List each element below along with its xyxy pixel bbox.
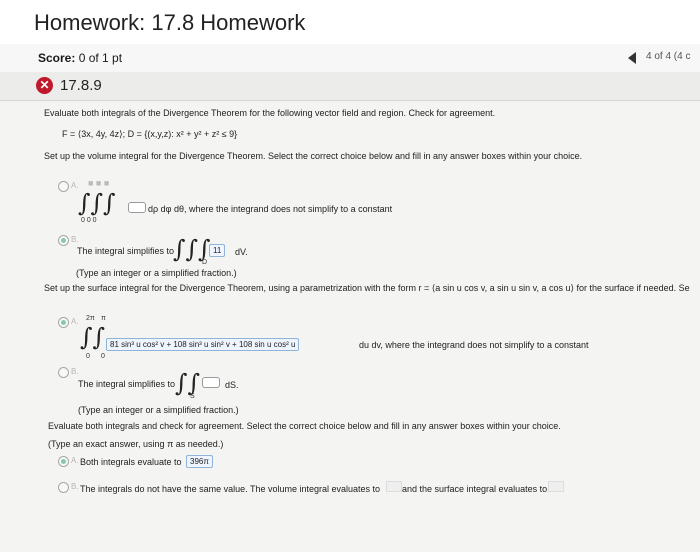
radio-vol-b[interactable] [58,235,69,246]
final-a-text: Both integrals evaluate to [80,457,182,467]
final-b-box-1[interactable] [386,481,402,493]
field-line: F = ⟨3x, 4y, 4z⟩; D = {(x,y,z): x² + y² … [62,129,238,139]
radio-final-b[interactable] [58,482,69,493]
evaluate-note: (Type an exact answer, using π as needed… [48,439,224,449]
final-a-answer[interactable]: 396π [186,455,213,468]
integral-sign: ∫∫ [80,323,106,351]
integral-sign: ∫∫ [175,369,201,397]
surf-a-text: du dv, where the integrand does not simp… [359,340,589,350]
surf-b-label: B. [71,367,79,376]
x-icon: ✕ [36,77,53,94]
score-bar: Score: 0 of 1 pt 4 of 4 (4 c [0,44,700,73]
vol-b-answer[interactable]: 11 [209,244,226,257]
setup-volume: Set up the volume integral for the Diver… [44,151,583,161]
setup-surface: Set up the surface integral for the Dive… [44,283,690,293]
lower-limits: 0 0 0 [81,217,97,224]
vol-a-text: dρ dφ dθ, where the integrand does not s… [148,204,393,214]
lower-limit-inner: 0 [101,353,105,360]
question-number: 17.8.9 [60,77,102,94]
surf-b-note: (Type an integer or a simplified fractio… [78,405,239,415]
prompt-line: Evaluate both integrals of the Divergenc… [44,108,496,118]
page-title: Homework: 17.8 Homework [34,10,306,35]
evaluate-line: Evaluate both integrals and check for ag… [48,421,561,431]
final-b-label: B. [71,482,79,491]
final-a-label: A. [71,456,79,465]
radio-surf-b[interactable] [58,367,69,378]
upper-limit-inner: π [101,315,106,322]
radio-surf-a[interactable] [58,317,69,328]
final-b-text2: and the surface integral evaluates to [402,484,548,494]
header: Homework: 17.8 Homework [0,0,700,45]
vol-a-box[interactable] [128,202,146,213]
chevron-left-icon[interactable] [628,52,636,64]
surf-a-integrand[interactable]: 81 sin³ u cos² v + 108 sin³ u sin² v + 1… [106,338,300,351]
question-count: 4 of 4 (4 c [646,51,691,62]
vol-b-label: B. [71,235,79,244]
upper-limit-outer: 2π [86,315,95,322]
question-header: ✕ 17.8.9 [0,72,700,101]
score: Score: 0 of 1 pt [38,51,123,65]
lower-limit-outer: 0 [86,353,90,360]
final-b-text: The integrals do not have the same value… [80,484,381,494]
surf-b-ds: dS. [225,380,239,390]
surf-b-region: S [190,393,195,400]
vol-b-note: (Type an integer or a simplified fractio… [76,268,237,278]
vol-b-dv: dV. [235,247,248,257]
surf-b-box[interactable] [202,377,220,388]
question-body: Evaluate both integrals of the Divergenc… [0,101,700,552]
vol-a-placeholders: ■ ■ ■ [88,178,110,188]
vol-b-region: D [202,259,208,266]
integral-sign: ∫∫∫ [78,189,116,217]
vol-b-text: The integral simplifies to [77,246,175,256]
radio-final-a[interactable] [58,456,69,467]
surf-b-text: The integral simplifies to [78,379,176,389]
surf-a-label: A. [71,317,79,326]
final-b-box-2[interactable] [548,481,564,493]
radio-vol-a[interactable] [58,181,69,192]
